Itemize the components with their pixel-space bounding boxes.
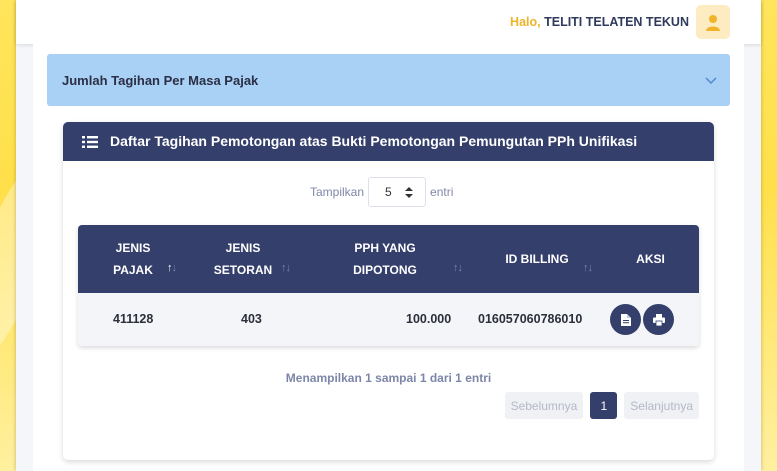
table-info: Menampilkan 1 sampai 1 dari 1 entri xyxy=(285,371,492,385)
length-label-before: Tampilkan xyxy=(310,185,365,199)
list-icon xyxy=(82,136,98,148)
column-header-line: JENIS xyxy=(115,241,151,255)
card-title: Daftar Tagihan Pemotongan atas Bukti Pem… xyxy=(110,133,638,149)
column-jenis-setoran[interactable]: JENIS SETORAN ↑↓ xyxy=(188,225,298,293)
column-header-line: ID BILLING xyxy=(505,252,569,266)
billing-table: JENIS PAJAK ↑↓ JENIS SETORAN ↑↓ PPH YANG DI… xyxy=(78,225,699,346)
cell-pph-dipotong: 100.000 xyxy=(406,312,452,326)
cell-jenis-pajak: 411128 xyxy=(113,312,154,326)
entries-per-page-select[interactable]: 5 xyxy=(368,177,427,207)
entries-per-page-value: 5 xyxy=(385,185,392,199)
user-greeting[interactable]: Halo, TELITI TELATEN TEKUN xyxy=(510,15,689,29)
chevron-down-icon[interactable] xyxy=(704,73,718,87)
sort-icon: ↑↓ xyxy=(167,262,177,274)
column-header-line: SETORAN xyxy=(213,263,273,277)
user-icon xyxy=(706,14,720,31)
user-name: TELITI TELATEN TEKUN xyxy=(544,15,689,29)
billing-card: Daftar Tagihan Pemotongan atas Bukti Pem… xyxy=(63,122,714,460)
column-jenis-pajak[interactable]: JENIS PAJAK ↑↓ xyxy=(78,225,188,293)
table-header: JENIS PAJAK ↑↓ JENIS SETORAN ↑↓ PPH YANG DI… xyxy=(78,225,699,293)
column-header-line: JENIS xyxy=(225,241,261,255)
column-pph-dipotong[interactable]: PPH YANG DIPOTONG ↑↓ xyxy=(298,225,472,293)
length-menu: Tampilkan 5 entri xyxy=(310,177,453,207)
select-arrows-icon xyxy=(405,187,414,198)
length-label-after: entri xyxy=(430,185,454,199)
column-aksi: AKSI xyxy=(602,225,699,293)
user-avatar[interactable] xyxy=(696,5,730,39)
column-header-line: PPH YANG xyxy=(354,241,416,255)
greeting-prefix: Halo, xyxy=(510,15,541,29)
cell-jenis-setoran: 403 xyxy=(241,312,262,326)
top-navbar: Halo, TELITI TELATEN TEKUN xyxy=(16,0,761,44)
next-page-button[interactable]: Selanjutnya xyxy=(624,392,699,419)
column-header-line: DIPOTONG xyxy=(353,263,417,277)
print-button[interactable] xyxy=(643,304,674,335)
table-row: 411128 403 100.000 016057060786010 xyxy=(78,293,699,346)
print-icon xyxy=(652,313,665,326)
column-header-line: AKSI xyxy=(636,252,665,266)
sort-icon: ↑↓ xyxy=(453,262,463,274)
accordion-jumlah-tagihan[interactable]: Jumlah Tagihan Per Masa Pajak xyxy=(47,54,730,106)
previous-page-button[interactable]: Sebelumnya xyxy=(504,392,584,419)
cell-id-billing: 016057060786010 xyxy=(478,312,583,326)
pagination: Sebelumnya 1 Selanjutnya xyxy=(504,392,699,419)
column-header-line: PAJAK xyxy=(113,263,153,277)
view-document-button[interactable] xyxy=(610,304,641,335)
accordion-title: Jumlah Tagihan Per Masa Pajak xyxy=(62,73,259,88)
card-header: Daftar Tagihan Pemotongan atas Bukti Pem… xyxy=(63,122,714,161)
page-1-button[interactable]: 1 xyxy=(590,392,618,419)
sort-icon: ↑↓ xyxy=(583,262,593,274)
column-id-billing[interactable]: ID BILLING ↑↓ xyxy=(472,225,602,293)
document-icon xyxy=(620,313,631,326)
sort-icon: ↑↓ xyxy=(281,262,291,274)
